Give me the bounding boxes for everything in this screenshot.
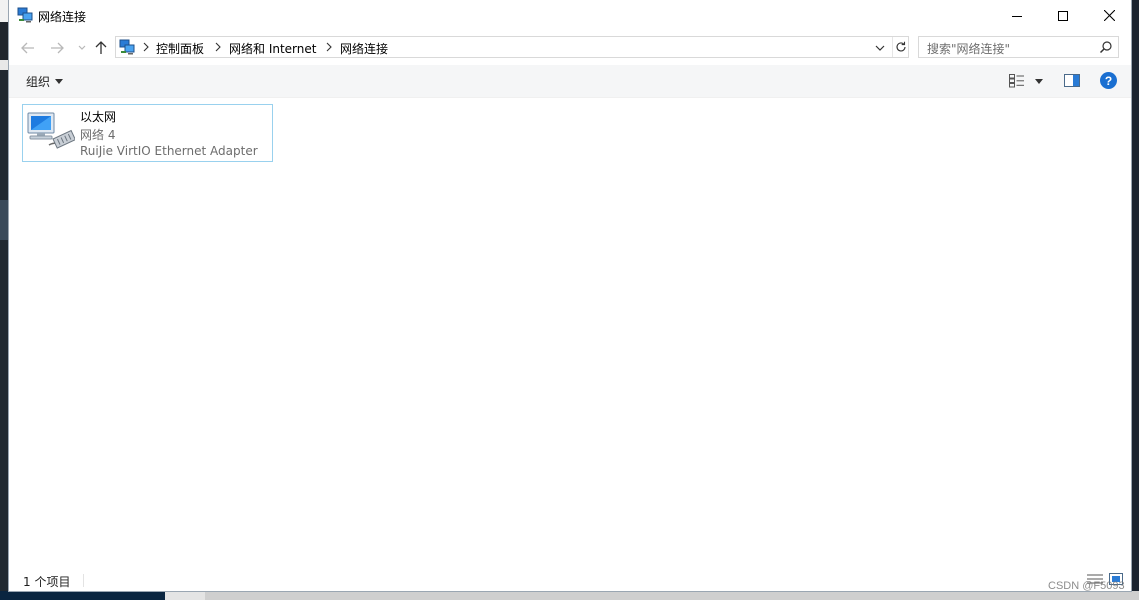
forward-arrow-icon[interactable] bbox=[49, 40, 65, 56]
view-options-dropdown[interactable] bbox=[1035, 79, 1043, 84]
connection-network: 网络 4 bbox=[80, 128, 116, 142]
status-divider bbox=[83, 574, 84, 587]
connection-name: 以太网 bbox=[80, 110, 117, 124]
taskbar-strip bbox=[0, 591, 1139, 600]
organize-label: 组织 bbox=[26, 75, 51, 89]
connection-tile-ethernet[interactable]: 以太网 网络 4 RuiJie VirtIO Ethernet Adapter bbox=[22, 104, 273, 162]
explorer-window: 网络连接 控制面板 网络和 Internet 网络连接 搜索"网络连接" 组织 … bbox=[8, 0, 1132, 592]
chevron-right-icon[interactable] bbox=[325, 41, 333, 53]
organize-menu-button[interactable]: 组织 bbox=[26, 73, 64, 90]
help-icon[interactable]: ? bbox=[1100, 72, 1117, 89]
caret-down-icon bbox=[55, 79, 64, 84]
chevron-right-icon[interactable] bbox=[142, 41, 150, 53]
breadcrumb-item-network-internet[interactable]: 网络和 Internet bbox=[229, 40, 316, 57]
preview-pane-icon[interactable] bbox=[1064, 74, 1080, 87]
search-placeholder: 搜索"网络连接" bbox=[927, 42, 1011, 56]
minimize-button[interactable] bbox=[994, 0, 1040, 31]
connection-adapter: RuiJie VirtIO Ethernet Adapter bbox=[80, 144, 258, 158]
network-connections-icon bbox=[17, 7, 34, 23]
up-arrow-icon[interactable] bbox=[93, 40, 109, 56]
breadcrumb-item-network-connections[interactable]: 网络连接 bbox=[340, 40, 388, 57]
address-bar[interactable]: 控制面板 网络和 Internet 网络连接 bbox=[115, 36, 909, 58]
command-bar: 组织 ? bbox=[9, 65, 1131, 98]
file-list-area[interactable]: 以太网 网络 4 RuiJie VirtIO Ethernet Adapter bbox=[9, 98, 1131, 564]
breadcrumb-item-control-panel[interactable]: 控制面板 bbox=[156, 40, 204, 57]
ethernet-adapter-icon bbox=[25, 109, 77, 157]
search-input[interactable]: 搜索"网络连接" bbox=[918, 36, 1119, 58]
title-bar: 网络连接 bbox=[9, 0, 1131, 31]
chevron-right-icon[interactable] bbox=[214, 41, 222, 53]
refresh-icon[interactable] bbox=[892, 37, 909, 57]
chevron-down-icon[interactable] bbox=[74, 40, 90, 56]
change-view-icon[interactable] bbox=[1009, 74, 1025, 88]
control-panel-icon bbox=[119, 39, 136, 55]
back-arrow-icon[interactable] bbox=[20, 40, 36, 56]
status-bar: 1 个项目 bbox=[9, 566, 1131, 591]
watermark: CSDN @F5093 bbox=[1048, 580, 1125, 592]
search-icon[interactable] bbox=[1099, 40, 1113, 54]
maximize-button[interactable] bbox=[1040, 0, 1086, 31]
navigation-bar: 控制面板 网络和 Internet 网络连接 搜索"网络连接" bbox=[9, 31, 1131, 65]
item-count: 1 个项目 bbox=[23, 575, 71, 589]
close-button[interactable] bbox=[1086, 0, 1131, 31]
chevron-down-icon[interactable] bbox=[872, 40, 888, 56]
window-title: 网络连接 bbox=[38, 10, 87, 24]
